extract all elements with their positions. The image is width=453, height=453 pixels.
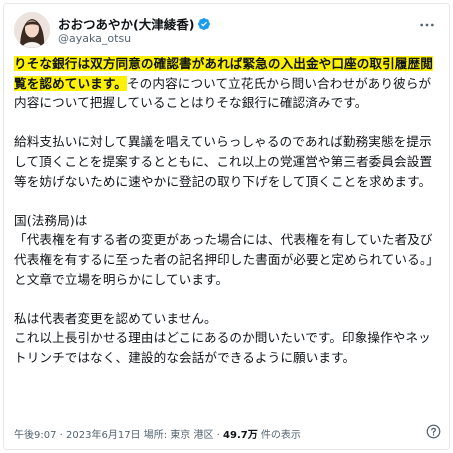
post-header: おおつあやか(大津綾香) @ayaka_otsu — [14, 12, 439, 52]
help-circle-icon[interactable] — [426, 424, 441, 439]
post-date[interactable]: 2023年6月17日 — [66, 430, 141, 441]
post-card: おおつあやか(大津綾香) @ayaka_otsu りそな銀行は双方同意の確認書が… — [3, 3, 450, 450]
avatar[interactable] — [14, 12, 50, 48]
paragraph-4: 私は代表者変更を認めていません。 これ以上長引かせる理由はどこにあるのか問いたい… — [14, 310, 431, 365]
paragraph-1: りそな銀行は双方同意の確認書があれば緊急の入出金や口座の取引履歴閲覧を認めていま… — [14, 54, 442, 113]
post-text: りそな銀行は双方同意の確認書があれば緊急の入出金や口座の取引履歴閲覧を認めていま… — [14, 54, 442, 368]
paragraph-3: 国(法務局)は 「代表権を有する者の変更があった場合には、代表権を有していた者及… — [14, 212, 439, 287]
verified-badge-icon — [198, 17, 211, 30]
paragraph-2: 給料支払いに対して異議を唱えていらっしゃるのであれば勤務実態を提示して頂くことを… — [14, 134, 433, 189]
post-meta: 午後9:07 · 2023年6月17日 場所: 東京 港区 · 49.7万 件の… — [14, 430, 301, 441]
post-location: 場所: 東京 港区 — [143, 430, 214, 441]
post-time[interactable]: 午後9:07 — [14, 430, 56, 441]
more-horizontal-icon[interactable] — [419, 18, 435, 32]
views-count: 49.7万 — [223, 430, 258, 441]
views-label: 件の表示 — [260, 430, 301, 441]
display-name[interactable]: おおつあやか(大津綾香) — [58, 14, 194, 33]
user-handle[interactable]: @ayaka_otsu — [58, 32, 131, 45]
